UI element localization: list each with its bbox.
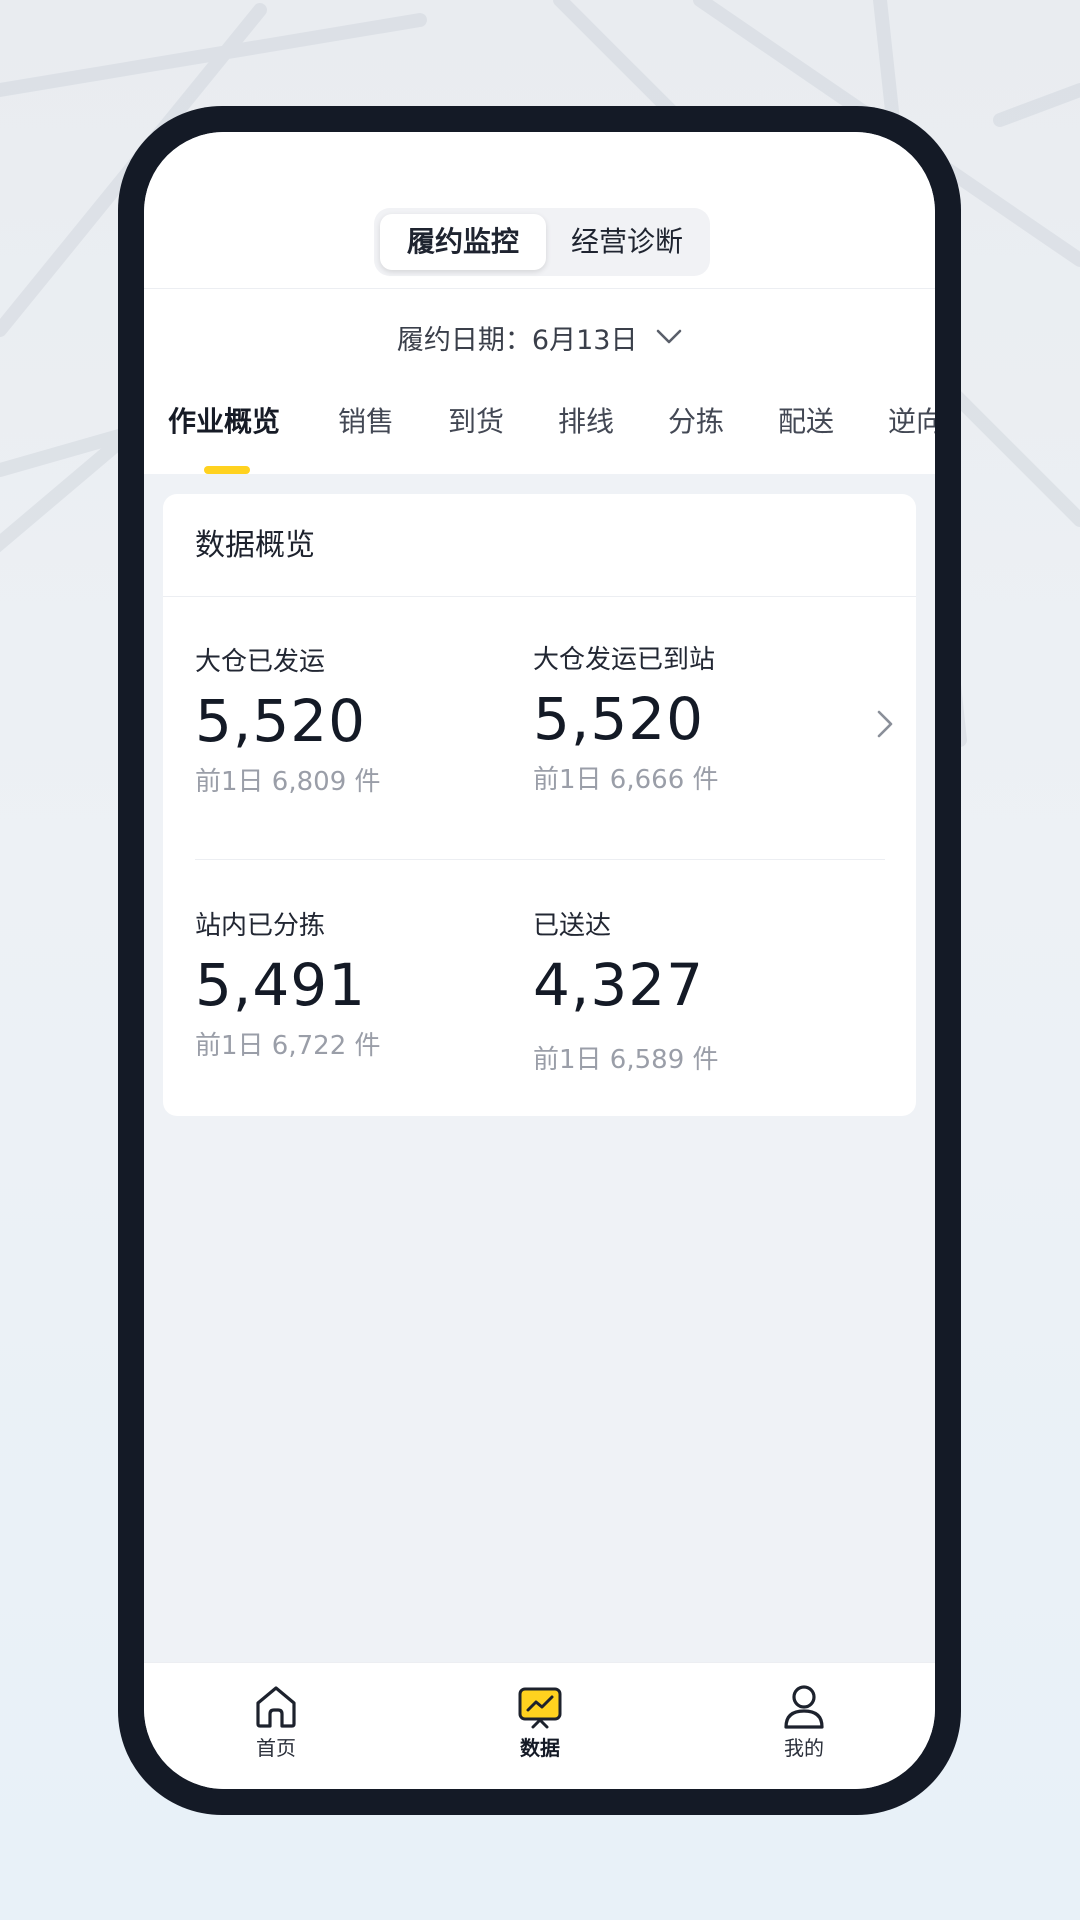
nav-item-mine[interactable]: 我的 [744,1681,864,1763]
metric-label: 大仓已发运 [195,647,326,677]
metric-value: 5,520 [533,685,705,753]
tab-routing[interactable]: 排线 [558,400,614,444]
segment-business-diagnosis[interactable]: 经营诊断 [550,214,704,270]
metric-warehouse-shipped[interactable]: 大仓已发运 5,520 前1日 6,809 件 [195,644,381,800]
nav-item-home[interactable]: 首页 [216,1681,336,1763]
nav-label-home: 首页 [256,1736,296,1760]
nav-label-data: 数据 [520,1736,560,1760]
tab-delivery[interactable]: 配送 [778,400,834,444]
tab-operation-overview[interactable]: 作业概览 [168,400,280,444]
tab-reverse[interactable]: 逆向 [888,400,935,444]
phone-frame: 履约监控 经营诊断 履约日期：6月13日 作业概览 销售 到货 排线 分拣 配送… [118,106,961,1815]
nav-label-mine: 我的 [784,1736,824,1760]
metric-previous-day: 前1日 6,589 件 [533,1045,719,1075]
metric-label: 站内已分拣 [195,911,326,941]
segment-fulfillment-monitor[interactable]: 履约监控 [380,214,546,270]
metric-delivered[interactable]: 已送达 4,327 前1日 6,589 件 [533,908,719,1078]
metric-value: 5,520 [195,687,367,755]
tab-sales[interactable]: 销售 [338,400,394,444]
bottom-navigation: 首页 数据 我的 [144,1662,935,1789]
metric-value: 5,491 [195,951,367,1019]
header-area: 履约监控 经营诊断 履约日期：6月13日 作业概览 销售 到货 排线 分拣 配送… [144,132,935,474]
nav-item-data[interactable]: 数据 [480,1681,600,1763]
card-divider [163,596,916,597]
chart-icon [518,1687,562,1729]
metric-label: 大仓发运已到站 [533,645,716,675]
category-tabs: 作业概览 销售 到货 排线 分拣 配送 逆向 [144,400,935,474]
card-title: 数据概览 [195,528,315,563]
phone-screen: 履约监控 经营诊断 履约日期：6月13日 作业概览 销售 到货 排线 分拣 配送… [144,132,935,1789]
date-text: 履约日期：6月13日 [396,325,638,356]
date-selector[interactable]: 履约日期：6月13日 [144,316,935,366]
tab-sorting[interactable]: 分拣 [668,400,724,444]
chevron-down-icon [656,329,682,343]
tab-arrival[interactable]: 到货 [448,400,504,444]
metric-previous-day: 前1日 6,722 件 [195,1031,381,1061]
chevron-right-icon[interactable] [875,708,895,740]
metric-station-sorted[interactable]: 站内已分拣 5,491 前1日 6,722 件 [195,908,381,1064]
segmented-control: 履约监控 经营诊断 [374,208,710,276]
row-divider [195,859,885,860]
metric-value: 4,327 [533,951,705,1019]
user-icon [784,1685,824,1729]
active-tab-indicator [204,466,250,474]
metric-label: 已送达 [533,911,612,941]
header-divider [144,288,935,289]
metric-previous-day: 前1日 6,809 件 [195,767,381,797]
metric-previous-day: 前1日 6,666 件 [533,765,719,795]
home-icon [256,1686,296,1728]
metric-shipped-arrived-station[interactable]: 大仓发运已到站 5,520 前1日 6,666 件 [533,642,719,798]
data-overview-card: 数据概览 大仓已发运 5,520 前1日 6,809 件 大仓发运已到站 5,5… [163,494,916,1116]
